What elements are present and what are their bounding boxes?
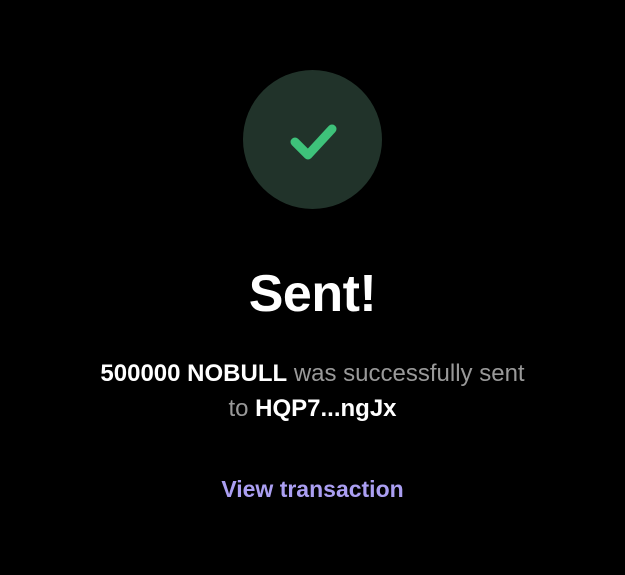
- checkmark-icon: [290, 124, 336, 159]
- success-badge: [243, 70, 382, 209]
- success-message: 500000 NOBULL was successfully sent to H…: [90, 356, 535, 426]
- page-title: Sent!: [248, 265, 377, 323]
- view-transaction-link[interactable]: View transaction: [221, 476, 403, 502]
- recipient-address: HQP7...ngJx: [255, 395, 397, 422]
- message-text: was successfully: [287, 360, 480, 387]
- send-success-screen: Sent! 500000 NOBULL was successfully sen…: [0, 0, 625, 575]
- token-amount: 500000 NOBULL: [100, 360, 288, 387]
- view-transaction-row: View transaction: [0, 472, 625, 506]
